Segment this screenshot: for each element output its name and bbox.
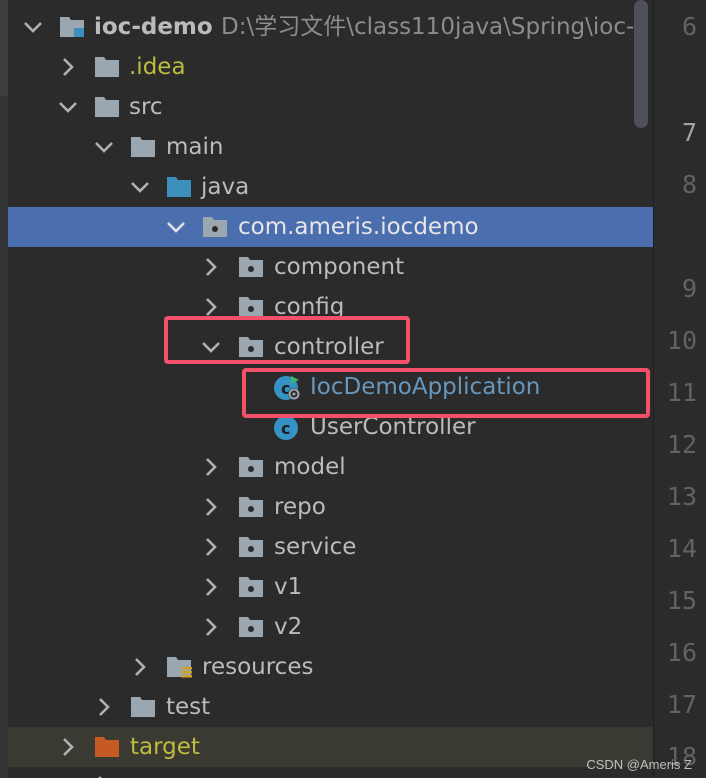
line-number: 16 — [666, 638, 697, 667]
line-number: 10 — [666, 326, 697, 355]
tree-node-src[interactable]: src — [0, 87, 653, 127]
line-number: 6 — [681, 12, 697, 41]
tree-label: service — [274, 534, 357, 560]
folder-icon — [131, 137, 155, 157]
chevron-down-icon[interactable] — [21, 15, 45, 39]
chevron-right-icon[interactable] — [128, 655, 152, 679]
tree-label: com.ameris.iocdemo — [238, 214, 479, 240]
tree-node-partial — [0, 767, 653, 778]
module-folder-icon — [60, 17, 84, 37]
tree-node-ioc-demo[interactable]: ioc-demo D:\学习文件\class110java\Spring\ioc… — [0, 7, 653, 47]
tree-node-component[interactable]: component — [0, 247, 653, 287]
tree-label: java — [201, 174, 250, 200]
tree-label: IocDemoApplication — [310, 374, 541, 400]
chevron-right-icon[interactable] — [199, 495, 223, 519]
package-icon — [239, 457, 263, 477]
tree-node-main[interactable]: main — [0, 127, 653, 167]
tree-node-v2[interactable]: v2 — [0, 607, 653, 647]
excluded-folder-icon — [95, 737, 119, 757]
project-root-path: D:\学习文件\class110java\Spring\ioc-d — [221, 14, 649, 40]
folder-icon — [95, 97, 119, 117]
chevron-down-icon[interactable] — [128, 175, 152, 199]
chevron-right-icon[interactable] — [199, 575, 223, 599]
line-number: 15 — [666, 586, 697, 615]
line-number: 7 — [681, 118, 697, 147]
tree-node-model[interactable]: model — [0, 447, 653, 487]
tree-label: component — [274, 254, 405, 280]
chevron-down-icon[interactable] — [56, 95, 80, 119]
spring-boot-class-icon: c — [274, 376, 300, 400]
class-icon: c — [274, 416, 298, 440]
tree-node-v1[interactable]: v1 — [0, 567, 653, 607]
chevron-down-icon[interactable] — [92, 135, 116, 159]
tree-label: v1 — [274, 574, 303, 600]
chevron-right-icon — [98, 776, 102, 778]
source-folder-icon — [167, 177, 191, 197]
tree-node-service[interactable]: service — [0, 527, 653, 567]
folder-icon — [95, 57, 119, 77]
tree-node-repo[interactable]: repo — [0, 487, 653, 527]
line-number: 11 — [666, 378, 697, 407]
line-number: 13 — [666, 482, 697, 511]
folder-icon — [131, 697, 155, 717]
vertical-scrollbar[interactable] — [634, 0, 648, 128]
chevron-right-icon[interactable] — [199, 615, 223, 639]
tree-node-controller[interactable]: controller — [0, 327, 653, 367]
package-icon — [203, 217, 227, 237]
package-icon — [239, 257, 263, 277]
chevron-down-icon[interactable] — [199, 335, 223, 359]
tree-label: repo — [274, 494, 326, 520]
resources-folder-icon — [167, 657, 192, 678]
tree-label: target — [130, 734, 200, 760]
chevron-right-icon[interactable] — [199, 295, 223, 319]
tree-node-resources[interactable]: resources — [0, 647, 653, 687]
line-number: 9 — [681, 274, 697, 303]
svg-text:c: c — [281, 419, 290, 438]
chevron-right-icon[interactable] — [199, 455, 223, 479]
tree-label: resources — [202, 654, 314, 680]
tree-label: config — [274, 294, 345, 320]
line-number: 8 — [681, 170, 697, 199]
package-icon — [239, 537, 263, 557]
line-number: 12 — [666, 430, 697, 459]
package-icon — [239, 337, 263, 357]
tree-label: test — [166, 694, 211, 720]
chevron-right-icon[interactable] — [56, 55, 80, 79]
project-tool-window: ioc-demo D:\学习文件\class110java\Spring\ioc… — [0, 0, 653, 778]
tree-node-config[interactable]: config — [0, 287, 653, 327]
tree-label: v2 — [274, 614, 303, 640]
watermark: CSDN @Ameris Z — [586, 757, 692, 772]
chevron-right-icon[interactable] — [92, 695, 116, 719]
chevron-right-icon[interactable] — [199, 535, 223, 559]
chevron-right-icon[interactable] — [199, 255, 223, 279]
tree-label: UserController — [310, 414, 476, 440]
chevron-right-icon[interactable] — [56, 735, 80, 759]
package-icon — [239, 577, 263, 597]
editor-gutter: 6 7 8 9 10 11 12 13 14 15 16 17 18 — [653, 0, 706, 778]
tree-node-test[interactable]: test — [0, 687, 653, 727]
tree-node-target[interactable]: target — [8, 727, 653, 767]
line-number: 14 — [666, 534, 697, 563]
tree-label: main — [166, 134, 224, 160]
package-icon — [239, 617, 263, 637]
tree-node-idea[interactable]: .idea — [0, 47, 653, 87]
tree-label: controller — [274, 334, 384, 360]
tree-label: .idea — [129, 54, 186, 80]
project-root-name: ioc-demo — [94, 14, 213, 40]
chevron-down-icon[interactable] — [164, 215, 188, 239]
tree-node-java[interactable]: java — [0, 167, 653, 207]
line-number: 17 — [666, 690, 697, 719]
package-icon — [239, 297, 263, 317]
tree-node-iocdemoapplication[interactable]: c IocDemoApplication — [0, 367, 653, 407]
tree-label: model — [274, 454, 346, 480]
tree-node-package-selected[interactable]: com.ameris.iocdemo — [8, 207, 653, 247]
tree-node-usercontroller[interactable]: c UserController — [0, 407, 653, 447]
tree-label: src — [129, 94, 163, 120]
package-icon — [239, 497, 263, 517]
